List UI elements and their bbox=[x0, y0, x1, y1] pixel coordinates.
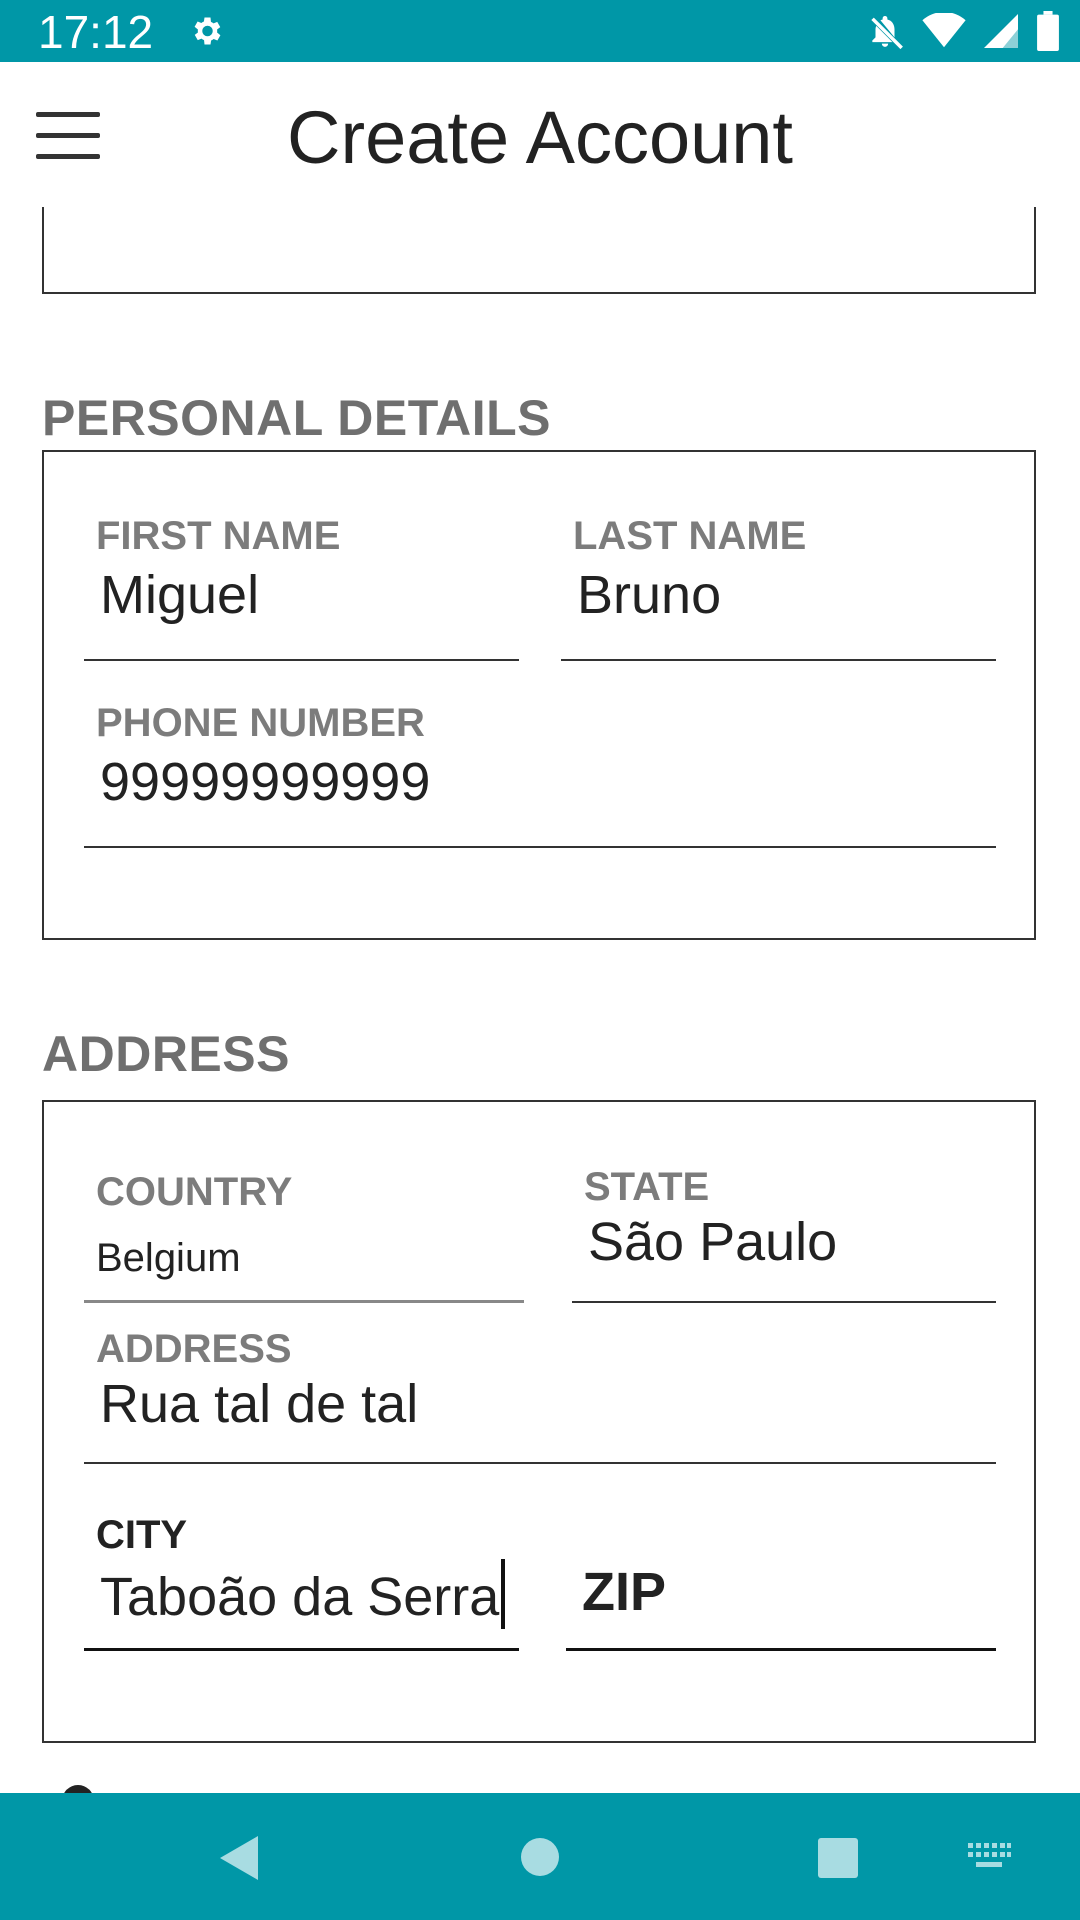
country-field[interactable]: COUNTRY Belgium bbox=[84, 1170, 524, 1303]
home-icon[interactable] bbox=[518, 1835, 562, 1879]
country-select[interactable]: Belgium bbox=[96, 1236, 241, 1281]
status-bar: 17:12 bbox=[0, 0, 1080, 62]
navigation-bar bbox=[0, 1793, 1080, 1920]
phone-number-underline bbox=[84, 846, 996, 848]
address-section-title: ADDRESS bbox=[42, 1026, 290, 1082]
phone-number-input[interactable]: 99999999999 bbox=[100, 751, 430, 813]
recents-icon[interactable] bbox=[816, 1836, 860, 1880]
address-label: ADDRESS bbox=[96, 1327, 292, 1371]
page-title: Create Account bbox=[287, 96, 793, 179]
keyboard-icon[interactable] bbox=[966, 1841, 1012, 1871]
status-icons bbox=[866, 10, 1060, 52]
state-underline bbox=[572, 1301, 996, 1303]
settings-gear-icon bbox=[194, 17, 221, 45]
address-input[interactable]: Rua tal de tal bbox=[100, 1373, 418, 1435]
address-field[interactable]: ADDRESS Rua tal de tal bbox=[84, 1327, 996, 1464]
notifications-off-icon bbox=[871, 15, 903, 50]
city-underline bbox=[84, 1648, 519, 1651]
personal-details-title: PERSONAL DETAILS bbox=[42, 390, 551, 446]
signal-icon bbox=[984, 14, 1018, 48]
state-field[interactable]: STATE São Paulo bbox=[572, 1165, 996, 1303]
zip-input[interactable]: ZIP bbox=[582, 1561, 666, 1623]
form-scroll-area[interactable]: PERSONAL DETAILS FIRST NAME Miguel LAST … bbox=[0, 207, 1080, 1793]
zip-field[interactable]: ZIP bbox=[566, 1513, 996, 1651]
battery-icon bbox=[1037, 11, 1059, 51]
city-input-text: Taboão da Serra bbox=[100, 1567, 500, 1627]
zip-underline bbox=[566, 1648, 996, 1651]
last-name-input[interactable]: Bruno bbox=[577, 564, 721, 626]
address-underline bbox=[84, 1462, 996, 1464]
last-name-label: LAST NAME bbox=[573, 514, 807, 558]
state-label: STATE bbox=[584, 1165, 710, 1209]
city-input[interactable]: Taboão da Serra bbox=[100, 1559, 506, 1629]
back-icon[interactable] bbox=[216, 1833, 262, 1883]
last-name-field[interactable]: LAST NAME Bruno bbox=[561, 514, 996, 661]
text-cursor bbox=[501, 1559, 506, 1629]
phone-number-field[interactable]: PHONE NUMBER 99999999999 bbox=[84, 701, 996, 848]
country-label: COUNTRY bbox=[96, 1170, 293, 1214]
status-time: 17:12 bbox=[38, 6, 154, 58]
state-input[interactable]: São Paulo bbox=[588, 1211, 837, 1273]
first-name-field[interactable]: FIRST NAME Miguel bbox=[84, 514, 519, 661]
city-field[interactable]: CITY Taboão da Serra bbox=[84, 1513, 519, 1651]
first-name-input[interactable]: Miguel bbox=[100, 564, 259, 626]
next-section-peek bbox=[62, 1785, 94, 1793]
previous-section-card bbox=[42, 207, 1036, 294]
first-name-label: FIRST NAME bbox=[96, 514, 341, 558]
city-label: CITY bbox=[96, 1513, 188, 1557]
phone-number-label: PHONE NUMBER bbox=[96, 701, 425, 745]
last-name-underline bbox=[561, 659, 996, 661]
first-name-underline bbox=[84, 659, 519, 661]
country-underline bbox=[84, 1300, 524, 1303]
wifi-icon bbox=[922, 13, 966, 48]
